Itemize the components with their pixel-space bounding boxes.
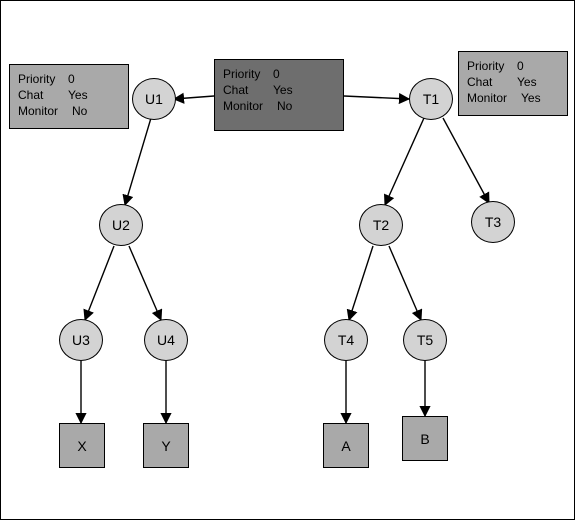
node-U3: U3 — [59, 319, 103, 361]
node-label: T3 — [485, 214, 501, 230]
node-U1: U1 — [132, 78, 176, 120]
value-monitor: Yes — [521, 90, 541, 106]
node-label: U1 — [145, 91, 163, 107]
node-label: U4 — [157, 332, 175, 348]
value-priority: 0 — [517, 58, 524, 74]
info-box-center: Priority0 ChatYes MonitorNo — [214, 59, 344, 131]
diagram-canvas: Priority0 ChatYes MonitorNo Priority0 Ch… — [0, 0, 575, 520]
leaf-A: A — [323, 423, 369, 468]
leaf-label: A — [341, 438, 350, 454]
value-priority: 0 — [68, 71, 75, 87]
label-chat: Chat — [223, 82, 273, 98]
edge-center-to-T1 — [344, 96, 409, 99]
edge-U2-to-U4 — [129, 246, 161, 320]
node-label: U3 — [72, 332, 90, 348]
label-monitor: Monitor — [223, 98, 273, 114]
label-priority: Priority — [223, 66, 273, 82]
label-chat: Chat — [467, 74, 517, 90]
node-U4: U4 — [144, 319, 188, 361]
value-monitor: No — [277, 98, 292, 114]
node-U2: U2 — [99, 204, 143, 246]
edge-T2-to-T5 — [389, 246, 421, 320]
node-T3: T3 — [471, 201, 515, 243]
node-T2: T2 — [359, 204, 403, 246]
info-box-left: Priority0 ChatYes MonitorNo — [9, 64, 129, 129]
value-monitor: No — [72, 103, 87, 119]
value-chat: Yes — [273, 82, 293, 98]
node-label: T5 — [417, 332, 433, 348]
leaf-label: B — [420, 431, 429, 447]
node-label: T4 — [338, 332, 354, 348]
node-label: T1 — [423, 91, 439, 107]
value-chat: Yes — [68, 87, 88, 103]
node-label: T2 — [373, 217, 389, 233]
edge-U1-to-U2 — [125, 118, 151, 205]
leaf-B: B — [402, 416, 448, 461]
node-T5: T5 — [403, 319, 447, 361]
edge-U2-to-U3 — [85, 246, 114, 320]
value-priority: 0 — [273, 66, 280, 82]
node-T1: T1 — [409, 78, 453, 120]
leaf-label: X — [77, 438, 86, 454]
label-priority: Priority — [18, 71, 68, 87]
label-monitor: Monitor — [467, 90, 517, 106]
label-monitor: Monitor — [18, 103, 68, 119]
value-chat: Yes — [517, 74, 537, 90]
leaf-Y: Y — [143, 423, 189, 468]
edge-T1-to-T2 — [385, 118, 424, 205]
label-chat: Chat — [18, 87, 68, 103]
leaf-X: X — [59, 423, 105, 468]
edge-T2-to-T4 — [349, 246, 373, 320]
label-priority: Priority — [467, 58, 517, 74]
leaf-label: Y — [161, 438, 170, 454]
info-box-right: Priority0 ChatYes MonitorYes — [458, 51, 568, 116]
node-T4: T4 — [324, 319, 368, 361]
node-label: U2 — [112, 217, 130, 233]
edge-center-to-U1 — [174, 96, 214, 99]
edge-T1-to-T3 — [443, 118, 489, 203]
